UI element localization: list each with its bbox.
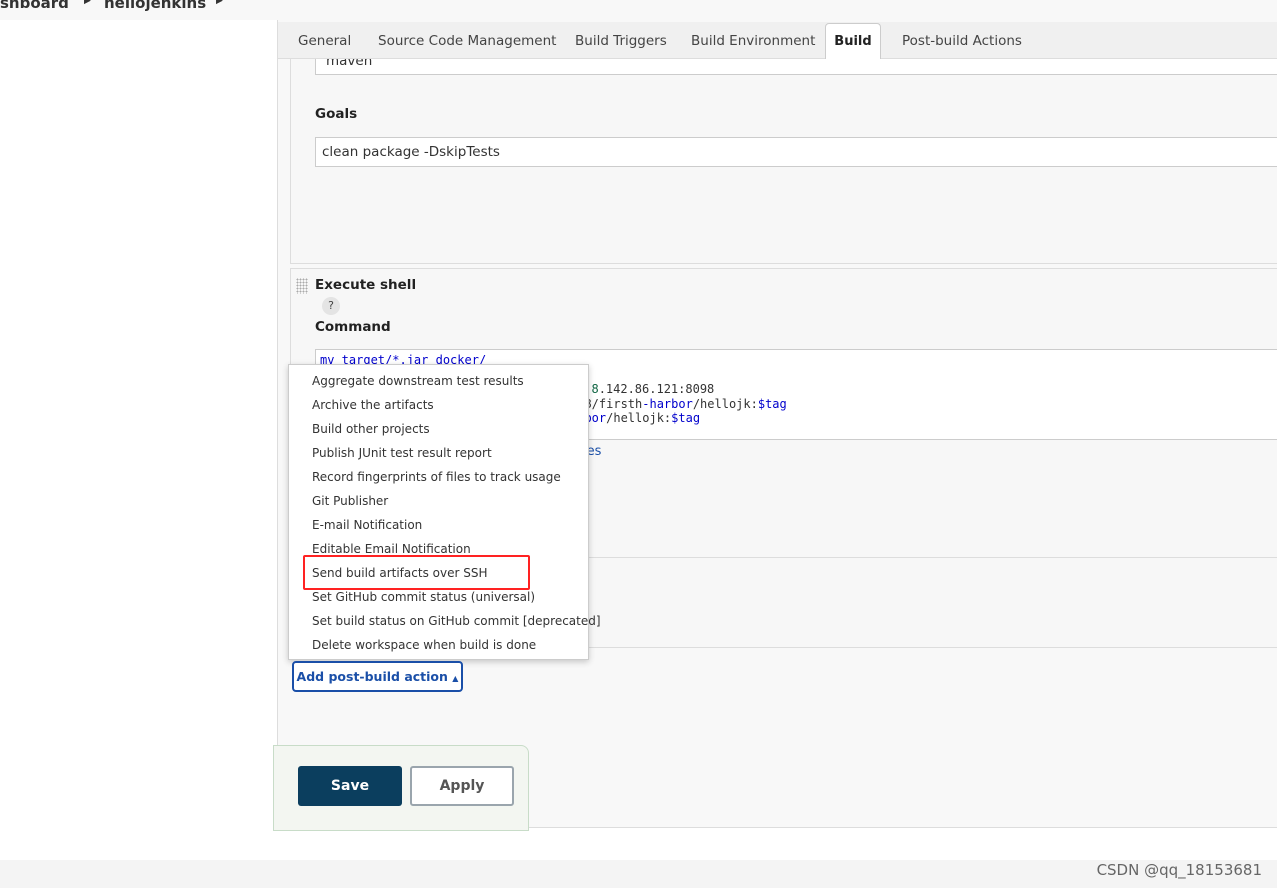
code-token: 8	[591, 382, 599, 396]
execute-shell-title: Execute shell	[315, 277, 417, 293]
footer	[0, 860, 1277, 888]
breadcrumb-dashboard[interactable]: shboard	[0, 0, 69, 12]
code-line-5: arbor/hellojk:$tag	[570, 411, 700, 425]
tab-source-code-management[interactable]: Source Code Management	[378, 33, 556, 49]
menu-item[interactable]: Git Publisher	[312, 494, 388, 508]
add-post-build-action-button[interactable]: Add post-build action ▲	[292, 661, 463, 692]
menu-item[interactable]: Publish JUnit test result report	[312, 446, 492, 460]
menu-item[interactable]: Set build status on GitHub commit [depre…	[312, 614, 601, 628]
menu-item[interactable]: Set GitHub commit status (universal)	[312, 590, 535, 604]
tab-build[interactable]: Build	[825, 23, 881, 59]
code-token: $tag	[671, 411, 701, 425]
goals-input[interactable]: clean package -DskipTests	[315, 137, 1277, 167]
code-token: .142.86.121:8098	[598, 382, 715, 396]
code-token: -harbor	[642, 397, 693, 411]
code-token: /hellojk:	[692, 397, 758, 411]
breadcrumb-separator-icon: ▶	[216, 0, 223, 6]
menu-item[interactable]: Delete workspace when build is done	[312, 638, 536, 652]
code-line-3: i 8.142.86.121:8098	[577, 382, 714, 396]
caret-up-icon: ▲	[452, 674, 459, 683]
command-label: Command	[315, 319, 391, 335]
watermark: CSDN @qq_18153681	[1096, 861, 1262, 879]
menu-item[interactable]: Editable Email Notification	[312, 542, 471, 556]
tab-general[interactable]: General	[298, 33, 351, 49]
breadcrumb-job[interactable]: hellojenkins	[104, 0, 206, 12]
breadcrumb-separator-icon: ▶	[84, 0, 91, 6]
drag-handle-icon[interactable]	[296, 278, 308, 294]
menu-item[interactable]: Archive the artifacts	[312, 398, 434, 412]
code-line-4: 098/firsth-harbor/hellojk:$tag	[570, 397, 787, 411]
goals-label: Goals	[315, 106, 358, 122]
add-post-build-action-label: Add post-build action	[296, 669, 448, 684]
post-build-action-menu: Aggregate downstream test results Archiv…	[288, 364, 601, 660]
tab-build-triggers[interactable]: Build Triggers	[575, 33, 667, 49]
menu-item[interactable]: E-mail Notification	[312, 518, 422, 532]
highlight-box	[303, 555, 530, 590]
menu-item[interactable]: Build other projects	[312, 422, 430, 436]
tab-post-build-actions[interactable]: Post-build Actions	[902, 33, 1022, 49]
tab-build-environment[interactable]: Build Environment	[691, 33, 815, 49]
code-token: /hellojk:	[606, 411, 672, 425]
help-icon[interactable]: ?	[322, 297, 340, 315]
menu-item[interactable]: Aggregate downstream test results	[312, 374, 524, 388]
apply-button[interactable]: Apply	[410, 766, 514, 806]
menu-item[interactable]: Record fingerprints of files to track us…	[312, 470, 561, 484]
code-token: $tag	[757, 397, 787, 411]
save-button[interactable]: Save	[298, 766, 402, 806]
